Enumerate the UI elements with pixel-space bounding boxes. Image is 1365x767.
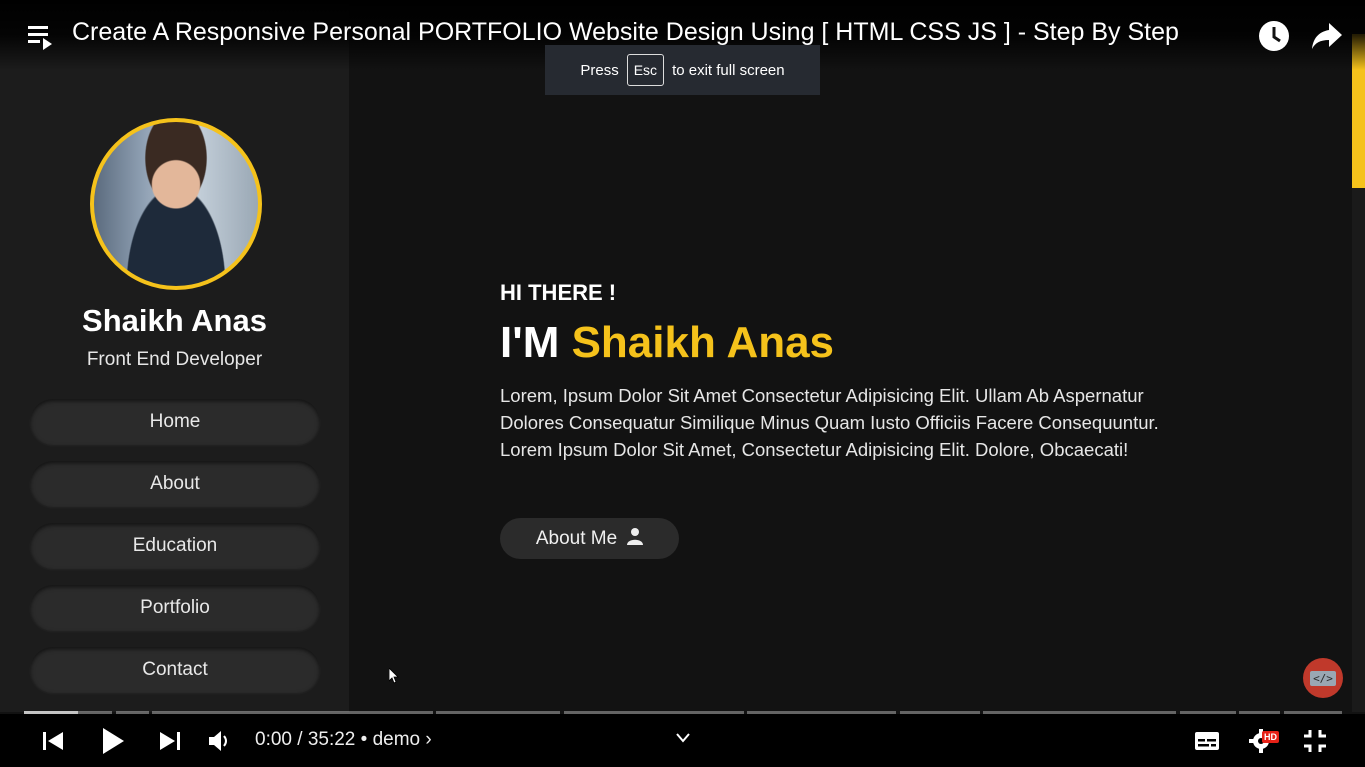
about-me-button[interactable]: About Me	[500, 518, 679, 559]
nav-item-education[interactable]: Education	[30, 523, 320, 569]
portfolio-sidebar: Shaikh Anas Front End Developer Home Abo…	[0, 0, 349, 712]
chevron-down-icon[interactable]	[672, 728, 694, 748]
hero-description: Lorem, Ipsum Dolor Sit Amet Consectetur …	[500, 385, 1159, 460]
time-elapsed-total: 0:00 / 35:22	[255, 729, 356, 750]
profile-name: Shaikh Anas	[82, 303, 267, 338]
page-scrollbar[interactable]	[1352, 34, 1365, 712]
watch-later-icon[interactable]	[1258, 20, 1290, 56]
fullscreen-toast: Press Esc to exit full screen	[545, 45, 820, 95]
profile-role: Front End Developer	[86, 349, 263, 370]
chapter-name[interactable]: demo	[373, 729, 421, 750]
subtitles-icon[interactable]	[1193, 729, 1221, 753]
toast-press: Press	[580, 61, 619, 79]
mouse-cursor-icon	[388, 667, 399, 688]
hero-greeting: HI THERE !	[500, 280, 617, 305]
code-toggle-button[interactable]: </>	[1303, 658, 1343, 698]
hero-section: HI THERE ! I'M Shaikh Anas Lorem, Ipsum …	[500, 280, 1200, 463]
playlist-icon[interactable]	[26, 22, 54, 54]
nav-item-home[interactable]: Home	[30, 399, 320, 445]
exit-fullscreen-icon[interactable]	[1302, 728, 1328, 754]
toast-esc-key: Esc	[626, 54, 665, 86]
code-icon: </>	[1310, 670, 1336, 686]
hero-prefix: I'M	[500, 318, 560, 367]
user-icon	[627, 527, 644, 551]
hero-headline: I'M Shaikh Anas	[500, 318, 1200, 368]
hd-badge: HD	[1262, 731, 1279, 743]
video-title[interactable]: Create A Responsive Personal PORTFOLIO W…	[72, 18, 1179, 47]
hero-highlight-name: Shaikh Anas	[571, 318, 835, 367]
chapter-chevron-icon[interactable]: ›	[425, 729, 431, 750]
about-me-label: About Me	[535, 527, 618, 549]
video-frame: Shaikh Anas Front End Developer Home Abo…	[0, 0, 1365, 767]
volume-icon[interactable]	[207, 729, 233, 753]
nav-item-portfolio[interactable]: Portfolio	[30, 585, 320, 631]
time-display: 0:00 / 35:22 • demo ›	[255, 729, 432, 751]
chapter-separator: •	[360, 729, 368, 750]
next-icon[interactable]	[157, 729, 183, 753]
nav-item-contact[interactable]: Contact	[30, 647, 320, 693]
share-icon[interactable]	[1311, 21, 1343, 55]
play-icon[interactable]	[99, 726, 127, 756]
previous-icon[interactable]	[40, 729, 66, 753]
nav-item-about[interactable]: About	[30, 461, 320, 507]
sidebar-nav: Home About Education Portfolio Contact	[30, 399, 320, 709]
profile-avatar	[90, 118, 262, 290]
toast-suffix: to exit full screen	[672, 61, 785, 79]
